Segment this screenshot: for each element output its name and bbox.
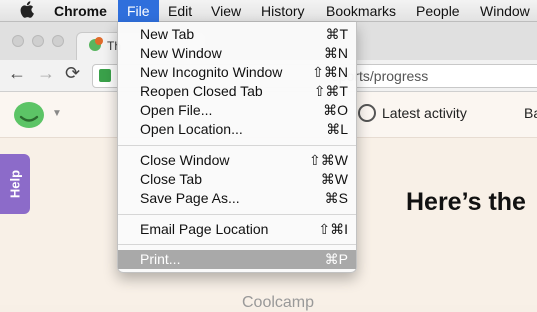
app-logo-icon[interactable]: [14, 102, 44, 128]
menu-separator: [118, 145, 356, 146]
menu-separator: [118, 244, 356, 245]
menu-item-close-window[interactable]: Close Window ⇧⌘W: [118, 151, 356, 170]
menu-item-close-tab[interactable]: Close Tab ⌘W: [118, 170, 356, 189]
menu-item-new-tab[interactable]: New Tab ⌘T: [118, 25, 356, 44]
lock-icon: [99, 69, 111, 82]
menu-window[interactable]: Window: [480, 0, 530, 22]
menu-bookmarks[interactable]: Bookmarks: [326, 0, 396, 22]
menu-item-open-location[interactable]: Open Location... ⌘L: [118, 120, 356, 139]
menu-item-new-incognito-window[interactable]: New Incognito Window ⇧⌘N: [118, 63, 356, 82]
apple-icon[interactable]: [20, 1, 34, 23]
menu-item-email-page-location[interactable]: Email Page Location ⇧⌘I: [118, 220, 356, 239]
menu-file[interactable]: File: [118, 0, 159, 22]
close-window-button[interactable]: [12, 35, 24, 47]
menu-edit[interactable]: Edit: [168, 0, 192, 22]
menu-view[interactable]: View: [211, 0, 241, 22]
footer-brand: Coolcamp: [242, 294, 315, 311]
menu-item-save-page-as[interactable]: Save Page As... ⌘S: [118, 189, 356, 208]
reload-icon[interactable]: ⟳: [65, 63, 80, 84]
menu-item-open-file[interactable]: Open File... ⌘O: [118, 101, 356, 120]
menu-item-print[interactable]: Print... ⌘P: [118, 250, 356, 269]
menu-chrome[interactable]: Chrome: [54, 0, 107, 22]
zoom-window-button[interactable]: [52, 35, 64, 47]
file-menu-dropdown: New Tab ⌘T New Window ⌘N New Incognito W…: [117, 22, 357, 273]
clock-icon[interactable]: [358, 104, 376, 122]
macos-menu-bar: Chrome File Edit View History Bookmarks …: [0, 0, 537, 22]
help-tab[interactable]: Help: [0, 154, 30, 214]
menu-item-reopen-closed-tab[interactable]: Reopen Closed Tab ⇧⌘T: [118, 82, 356, 101]
notification-dot-icon: [95, 37, 103, 45]
menu-people[interactable]: People: [416, 0, 460, 22]
menu-item-new-window[interactable]: New Window ⌘N: [118, 44, 356, 63]
menu-history[interactable]: History: [261, 0, 305, 22]
help-label: Help: [7, 169, 23, 199]
back-arrow-icon[interactable]: ←: [8, 63, 26, 84]
menu-separator: [118, 214, 356, 215]
chevron-down-icon[interactable]: ▼: [52, 108, 62, 119]
page-headline: Here’s the: [406, 188, 526, 216]
forward-arrow-icon[interactable]: →: [37, 63, 55, 84]
minimize-window-button[interactable]: [32, 35, 44, 47]
nav-link-truncated[interactable]: Ba: [524, 105, 537, 121]
latest-activity-link[interactable]: Latest activity: [382, 105, 467, 121]
